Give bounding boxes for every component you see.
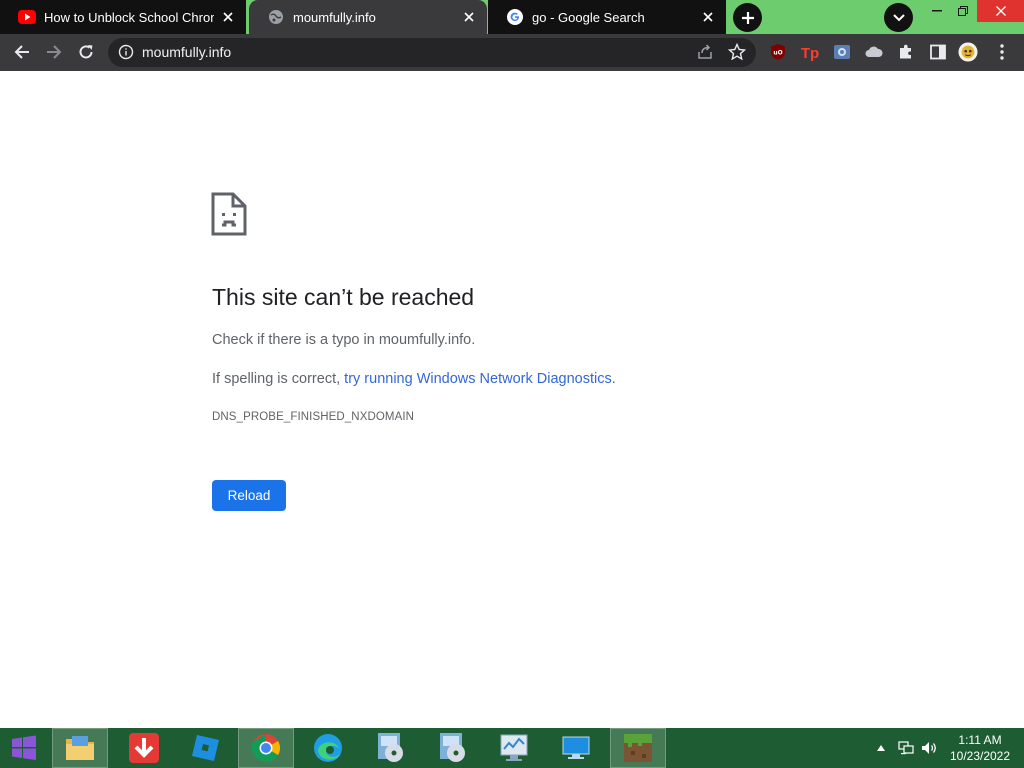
tab-moumfully[interactable]: moumfully.info bbox=[249, 0, 487, 34]
tab-google-search[interactable]: go - Google Search bbox=[488, 0, 726, 34]
plus-icon bbox=[741, 11, 754, 24]
media-disc-taskbar-item[interactable] bbox=[362, 728, 418, 768]
forward-button[interactable] bbox=[40, 38, 68, 66]
network-icon[interactable] bbox=[896, 740, 916, 756]
side-panel-icon[interactable] bbox=[928, 42, 948, 62]
error-heading: This site can’t be reached bbox=[212, 284, 475, 310]
diagnostics-hint: If spelling is correct, try running Wind… bbox=[212, 371, 616, 387]
tab-title: go - Google Search bbox=[532, 9, 645, 25]
clock-time: 1:11 AM bbox=[958, 733, 1002, 747]
diagnostics-prefix: If spelling is correct, bbox=[212, 371, 345, 387]
tp-extension-icon[interactable]: Tp bbox=[800, 42, 820, 62]
chrome-taskbar-item[interactable] bbox=[238, 728, 294, 768]
diagnostics-suffix: . bbox=[611, 371, 616, 387]
volume-icon[interactable] bbox=[920, 740, 940, 756]
sad-document-icon bbox=[211, 192, 247, 236]
display-taskbar-item[interactable] bbox=[548, 728, 604, 768]
clock[interactable]: 1:11 AM 10/23/2022 bbox=[944, 732, 1016, 764]
globe-icon bbox=[267, 8, 285, 26]
ublock-icon[interactable]: uO bbox=[768, 42, 788, 62]
roblox-icon bbox=[192, 735, 219, 761]
close-icon[interactable] bbox=[700, 9, 716, 25]
start-button[interactable] bbox=[0, 728, 48, 768]
edge-taskbar-item[interactable] bbox=[300, 728, 356, 768]
edge-icon bbox=[314, 734, 342, 762]
disc-icon bbox=[440, 733, 465, 762]
error-code: DNS_PROBE_FINISHED_NXDOMAIN bbox=[212, 411, 415, 423]
taskbar: 1:11 AM 10/23/2022 bbox=[0, 728, 1024, 768]
grass-block-icon bbox=[624, 734, 652, 762]
svg-text:uO: uO bbox=[773, 50, 782, 57]
download-arrow-icon bbox=[129, 733, 159, 763]
arrow-right-icon bbox=[47, 45, 62, 59]
network-diagnostics-link[interactable]: try running Windows Network Diagnostics bbox=[344, 371, 612, 387]
tray-overflow-icon[interactable] bbox=[874, 740, 888, 756]
cloud-extension-icon[interactable] bbox=[864, 42, 884, 62]
downloader-taskbar-item[interactable] bbox=[116, 728, 172, 768]
minecraft-taskbar-item[interactable] bbox=[610, 728, 666, 768]
bookmark-star-icon[interactable] bbox=[727, 42, 747, 61]
close-icon[interactable] bbox=[220, 9, 236, 25]
roblox-taskbar-item[interactable] bbox=[178, 728, 234, 768]
reload-button[interactable]: Reload bbox=[212, 480, 286, 511]
avatar[interactable] bbox=[958, 42, 978, 62]
windows-icon bbox=[12, 735, 36, 760]
page-content: This site can’t be reached Check if ther… bbox=[0, 71, 1024, 728]
monitor-chart-icon bbox=[500, 734, 528, 761]
tab-search-button[interactable] bbox=[884, 3, 913, 32]
chevron-down-icon bbox=[892, 13, 905, 21]
file-explorer-taskbar-item[interactable] bbox=[52, 728, 108, 768]
display-icon bbox=[562, 736, 590, 759]
folder-icon bbox=[66, 736, 94, 760]
disc-icon bbox=[378, 733, 403, 762]
clock-date: 10/23/2022 bbox=[949, 749, 1011, 763]
reload-toolbar-button[interactable] bbox=[72, 38, 100, 66]
browser-toolbar: moumfully.info uO Tp bbox=[0, 34, 1024, 71]
chrome-icon bbox=[251, 734, 280, 762]
restore-icon bbox=[958, 6, 968, 16]
tab-youtube[interactable]: How to Unblock School Chromebook bbox=[0, 0, 246, 34]
share-icon[interactable] bbox=[696, 43, 714, 61]
youtube-icon bbox=[18, 8, 36, 26]
new-tab-button[interactable] bbox=[733, 3, 762, 32]
tab-strip: How to Unblock School Chromebook moumful… bbox=[0, 0, 1024, 34]
tab-title: How to Unblock School Chromebook bbox=[44, 9, 214, 25]
restore-button[interactable] bbox=[950, 0, 976, 22]
media-disc-2-taskbar-item[interactable] bbox=[424, 728, 480, 768]
address-bar[interactable]: moumfully.info bbox=[108, 38, 756, 67]
tab-title: moumfully.info bbox=[293, 9, 376, 25]
typo-hint: Check if there is a typo in moumfully.in… bbox=[212, 332, 476, 348]
url-text[interactable]: moumfully.info bbox=[142, 44, 231, 60]
arrow-left-icon bbox=[14, 45, 29, 59]
close-icon bbox=[995, 6, 1006, 16]
close-icon[interactable] bbox=[461, 9, 477, 25]
info-icon[interactable] bbox=[118, 44, 134, 60]
system-monitor-taskbar-item[interactable] bbox=[486, 728, 542, 768]
kebab-menu-icon[interactable] bbox=[992, 42, 1012, 62]
close-window-button[interactable] bbox=[977, 0, 1024, 22]
svg-text:Tp: Tp bbox=[801, 45, 819, 61]
google-icon bbox=[506, 8, 524, 26]
extensions-puzzle-icon[interactable] bbox=[896, 42, 916, 62]
screenshot-extension-icon[interactable] bbox=[832, 42, 852, 62]
back-button[interactable] bbox=[8, 38, 36, 66]
minimize-icon bbox=[932, 10, 942, 12]
minimize-button[interactable] bbox=[924, 0, 950, 22]
refresh-icon bbox=[79, 45, 93, 59]
